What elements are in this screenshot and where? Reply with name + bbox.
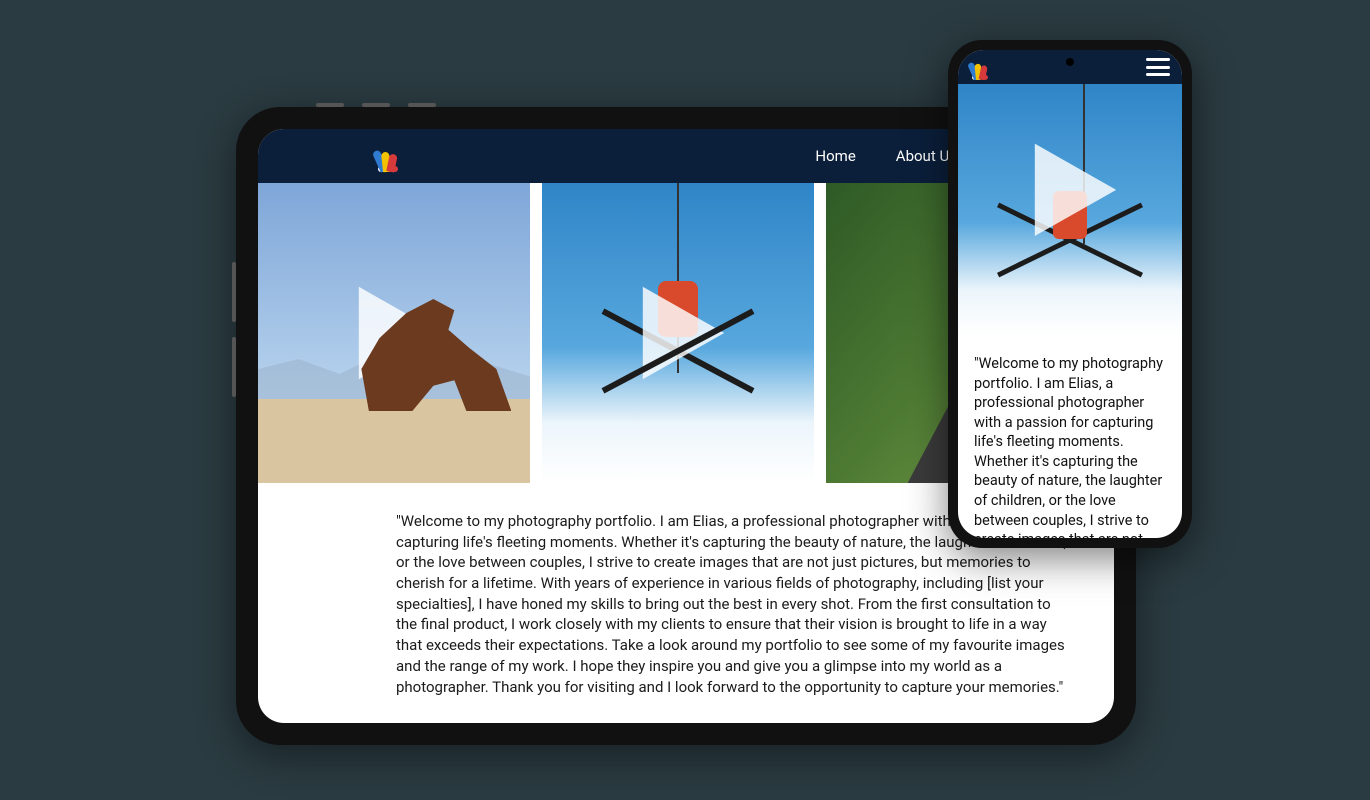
nav-link-home[interactable]: Home — [815, 147, 855, 165]
brand-logo-icon — [972, 57, 988, 79]
phone-hero-video[interactable] — [958, 84, 1182, 336]
phone-navbar — [958, 50, 1182, 84]
video-tile-ski[interactable] — [542, 183, 814, 483]
phone-camera-dot — [1066, 58, 1074, 66]
phone-intro-paragraph: "Welcome to my photography portfolio. I … — [958, 336, 1182, 538]
phone-device-frame: "Welcome to my photography portfolio. I … — [948, 40, 1192, 548]
video-tile-horse[interactable] — [258, 183, 530, 483]
play-icon[interactable] — [339, 278, 449, 388]
phone-screen: "Welcome to my photography portfolio. I … — [958, 50, 1182, 538]
hamburger-menu-icon[interactable] — [1146, 58, 1170, 76]
brand-logo-icon — [378, 144, 398, 172]
